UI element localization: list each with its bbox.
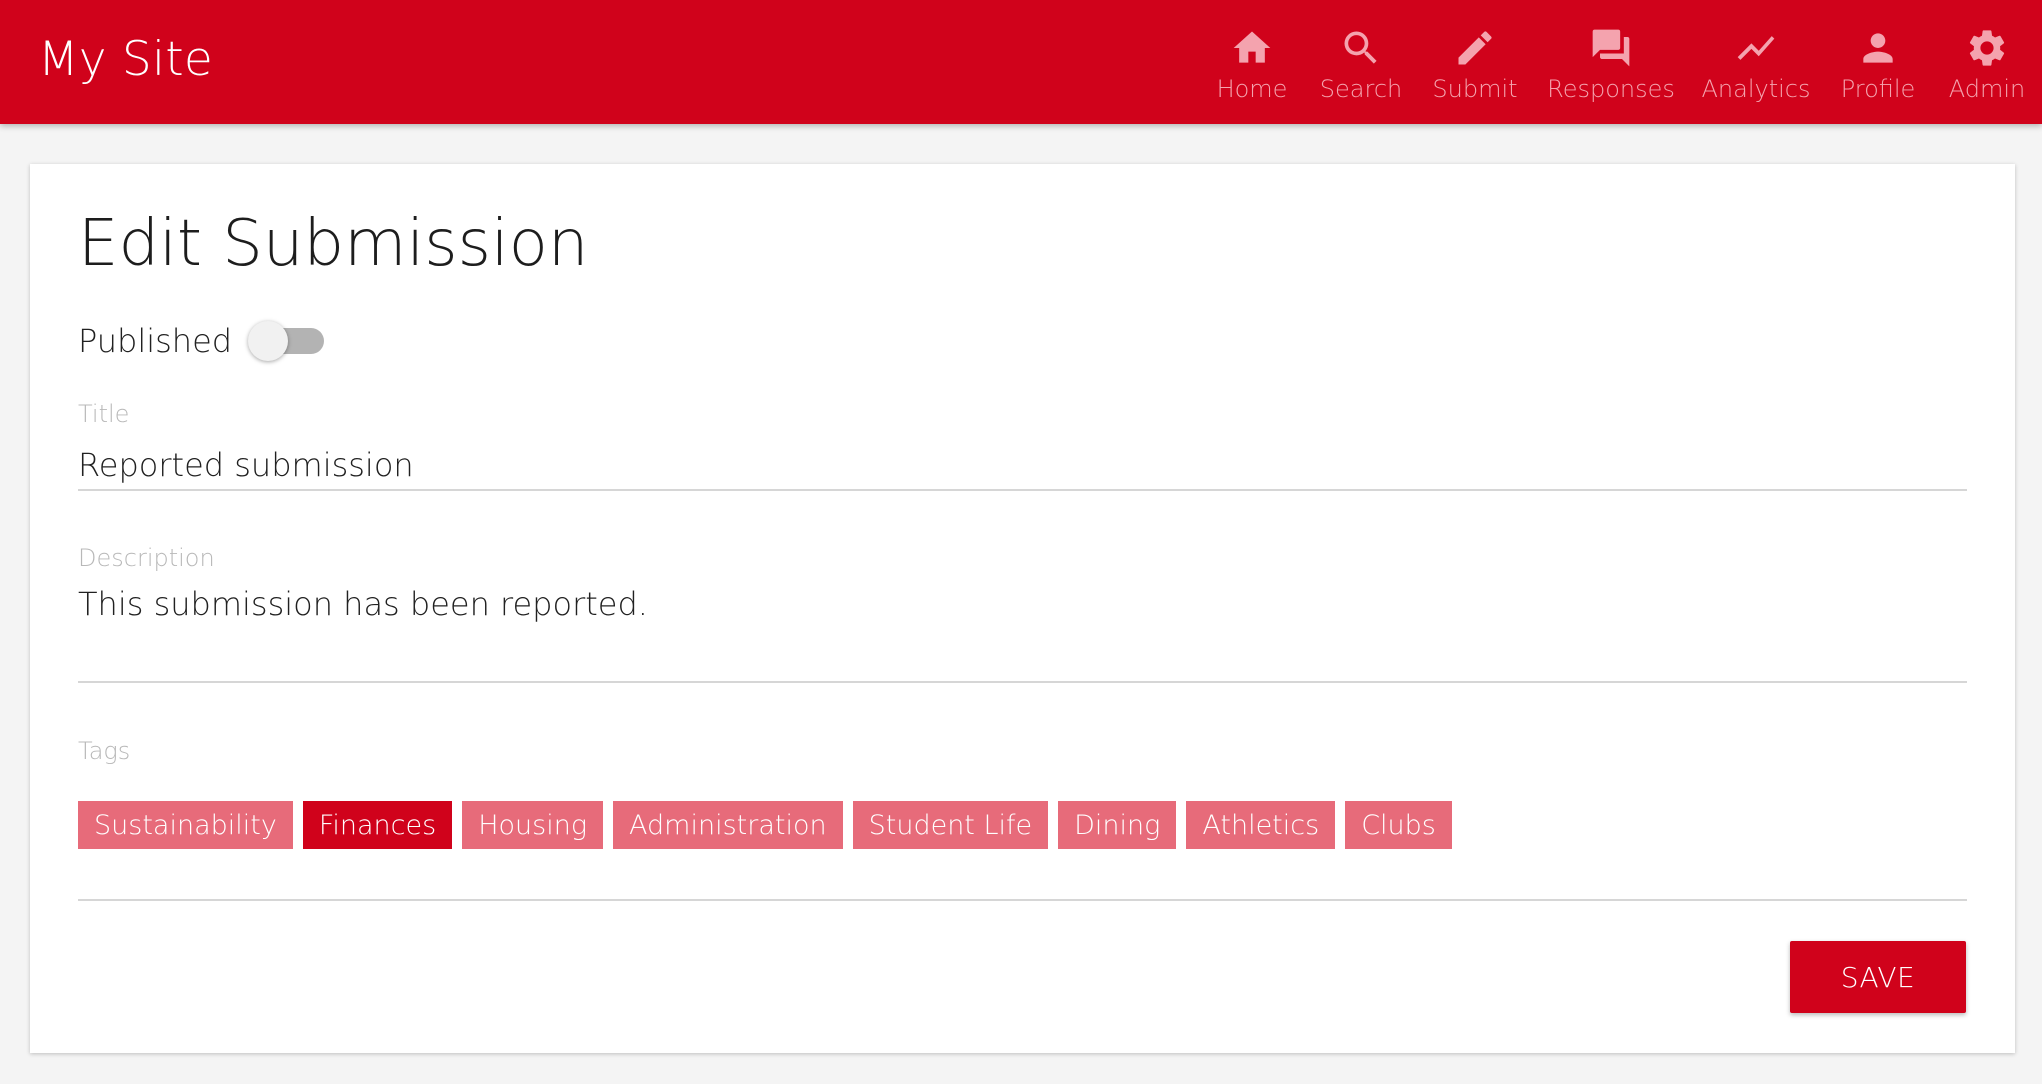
title-input[interactable] [78,442,1967,488]
toggle-thumb [248,321,289,361]
nav-item-home[interactable]: Home [1198,0,1306,124]
tags-label: Tags [78,737,131,765]
search-icon [1344,31,1377,64]
nav-item-profile[interactable]: Profile [1824,0,1932,124]
nav-item-search[interactable]: Search [1306,0,1416,124]
main-nav: Home Search Submit Responses Analytics P… [1198,0,2042,124]
site-title[interactable]: My Site [38,30,213,90]
page-title: Edit Submission [78,207,589,281]
pencil-icon [1458,31,1492,65]
tag-chip[interactable]: Clubs [1345,801,1452,849]
chat-bubbles-icon [1592,29,1630,67]
edit-submission-card: Edit Submission Published Title Descript… [30,164,2015,1053]
tag-chip[interactable]: Student Life [852,801,1049,849]
trending-line-icon [1737,36,1775,60]
nav-item-label: Responses [1547,75,1675,103]
tag-chip[interactable]: Dining [1058,801,1177,849]
published-toggle[interactable] [248,319,326,363]
description-textarea[interactable]: This submission has been reported. [78,582,1967,642]
description-label: Description [78,544,215,572]
published-row: Published [78,316,326,366]
save-button[interactable]: SAVE [1790,941,1966,1013]
nav-item-label: Profile [1840,75,1916,103]
person-icon [1863,33,1893,63]
gear-icon [1969,30,2005,66]
title-underline [78,489,1967,491]
nav-item-submit[interactable]: Submit [1416,0,1534,124]
tag-chip-selected[interactable]: Finances [302,801,453,849]
title-label: Title [78,400,130,428]
nav-item-label: Submit [1432,75,1518,103]
nav-item-responses[interactable]: Responses [1534,0,1688,124]
published-label: Published [78,322,233,360]
app-bar: My Site Home Search Submit Responses Ana… [0,0,2042,124]
nav-item-admin[interactable]: Admin [1932,0,2042,124]
tag-chip[interactable]: Housing [462,801,604,849]
nav-item-label: Analytics [1701,75,1811,103]
tags-underline [78,899,1967,901]
nav-item-label: Search [1319,75,1403,103]
home-icon [1233,31,1271,63]
tag-list: Sustainability Finances Housing Administ… [78,801,1452,849]
tag-chip[interactable]: Athletics [1186,801,1336,849]
nav-item-label: Admin [1948,75,2026,103]
tag-chip[interactable]: Administration [613,801,843,849]
nav-item-label: Home [1216,75,1288,103]
description-underline [78,681,1967,683]
nav-item-analytics[interactable]: Analytics [1688,0,1824,124]
tag-chip[interactable]: Sustainability [78,801,293,849]
